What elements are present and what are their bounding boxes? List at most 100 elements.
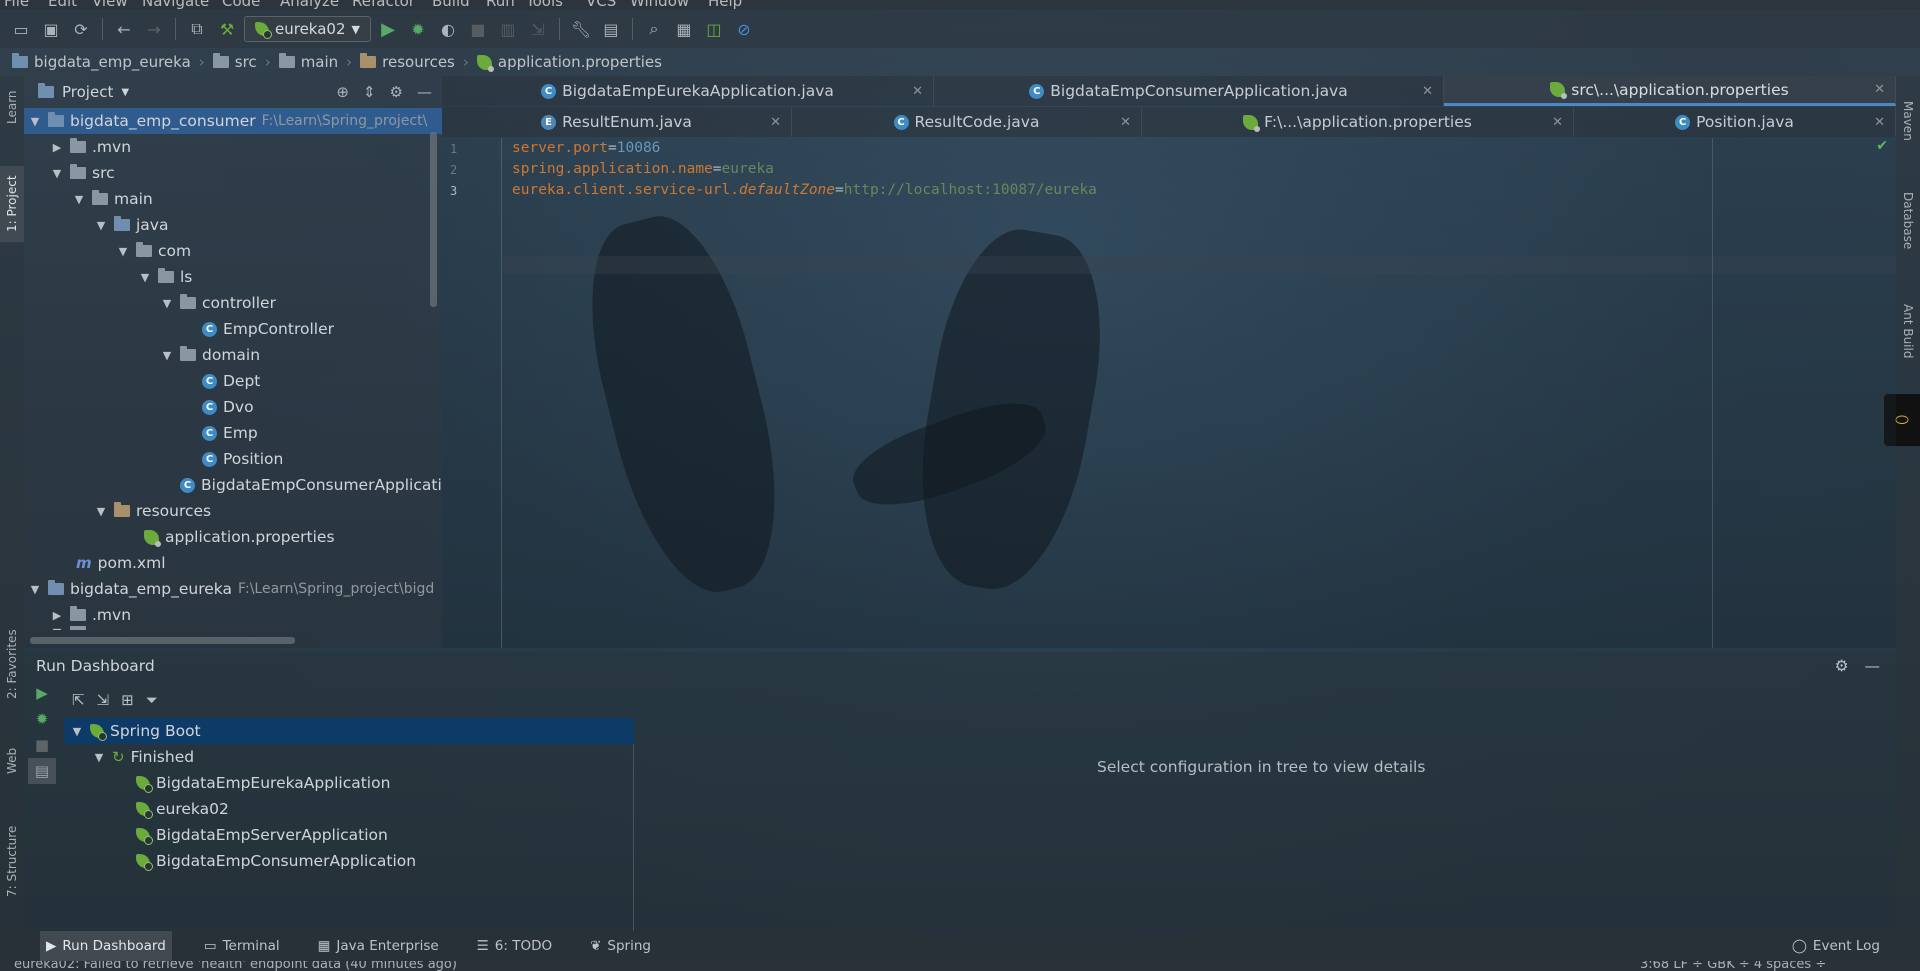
expanded-arrow-icon[interactable]: ▼ [92,751,106,764]
run-configuration-select[interactable]: eureka02 ▼ [244,16,371,42]
tab-java-enterprise[interactable]: ▦ Java Enterprise [312,931,445,961]
tree-node[interactable]: ▼ java [24,212,442,238]
tool-tab-ant-build[interactable]: Ant Build [1896,286,1920,376]
save-icon[interactable]: ▣ [38,16,64,42]
expanded-arrow-icon[interactable]: ▼ [138,271,152,284]
menu-vcs[interactable]: VCS [586,0,616,10]
settings-wrench-icon[interactable]: 🔧︎ [568,16,594,42]
run-with-coverage-icon[interactable]: ◐ [435,16,461,42]
terminal-icon[interactable]: ▦ [671,16,697,42]
run-icon[interactable]: ▶ [28,680,56,706]
expanded-arrow-icon[interactable]: ▼ [116,245,130,258]
close-icon[interactable]: ✕ [1422,84,1433,99]
gear-icon[interactable]: ⚙ [390,83,403,101]
project-vertical-scrollbar[interactable] [430,132,437,307]
close-icon[interactable]: ✕ [770,115,781,130]
tree-node[interactable]: ▼ src [24,626,442,630]
tree-node[interactable]: ▼ main [24,186,442,212]
run-config-item[interactable]: BigdataEmpEurekaApplication [64,770,634,796]
group-by-icon[interactable]: ⊞ [121,691,134,709]
tree-node[interactable]: ▼ com [24,238,442,264]
tree-node-finished[interactable]: ▼ ↻ Finished [64,744,634,770]
inspection-ok-icon[interactable]: ✔ [1876,138,1888,154]
menu-code[interactable]: Code [222,0,260,10]
menu-refactor[interactable]: Refactor [352,0,415,10]
tree-node[interactable]: ▼ domain [24,342,442,368]
sync-icon[interactable]: ⟳ [68,16,94,42]
close-icon[interactable]: ✕ [1874,115,1885,130]
project-structure-icon[interactable]: ▤ [598,16,624,42]
expanded-arrow-icon[interactable]: ▼ [72,193,86,206]
debug-icon[interactable]: ✹ [28,706,56,732]
expanded-arrow-icon[interactable]: ▼ [70,725,84,738]
status-indicators[interactable]: 3:68 LF ÷ GBK ÷ 4 spaces ÷ [1640,961,1826,971]
breadcrumb-item[interactable]: resources [360,53,455,71]
attach-debugger-icon[interactable]: ⇲ [525,16,551,42]
run-config-item[interactable]: BigdataEmpServerApplication [64,822,634,848]
collapse-all-icon[interactable]: ⇲ [97,691,110,709]
collapsed-arrow-icon[interactable]: ▶ [50,141,64,154]
breadcrumb-item[interactable]: main [278,53,338,71]
collapse-all-icon[interactable]: ⇕ [363,83,376,101]
tree-node[interactable]: ▼ ls [24,264,442,290]
tree-node[interactable]: C Dvo [24,394,442,420]
tab-event-log[interactable]: ◯ Event Log [1786,931,1886,961]
code-line[interactable]: eureka.client.service-url.defaultZone=ht… [512,182,1097,198]
close-icon[interactable]: ✕ [1120,115,1131,130]
power-save-icon[interactable]: ⊘ [731,16,757,42]
expanded-arrow-icon[interactable]: ▼ [28,583,42,596]
filter-icon[interactable]: ⏷ [146,691,158,709]
tab-terminal[interactable]: ▭ Terminal [198,931,286,961]
collapsed-arrow-icon[interactable]: ▶ [50,609,64,622]
tree-node[interactable]: C Position [24,446,442,472]
minimize-icon[interactable]: — [417,83,432,101]
run-config-item[interactable]: BigdataEmpConsumerApplication [64,848,634,874]
editor-tab-active[interactable]: src\...\application.properties ✕ [1444,76,1896,106]
menu-tools[interactable]: Tools [526,0,563,10]
menu-run[interactable]: Run [486,0,515,10]
tree-node[interactable]: m pom.xml [24,550,442,576]
run-anything-icon[interactable]: ⧉ [184,16,210,42]
tree-node[interactable]: ▼ bigdata_emp_consumer F:\Learn\Spring_p… [24,108,442,134]
editor-tab[interactable]: C BigdataEmpEurekaApplication.java ✕ [442,76,934,106]
editor-tab[interactable]: F:\...\application.properties ✕ [1142,107,1574,137]
gear-icon[interactable]: ⚙ [1835,657,1849,675]
code-line[interactable]: spring.application.name=eureka [512,161,774,177]
code-line[interactable]: server.port=10086 [512,140,660,156]
profile-icon[interactable]: ▥ [495,16,521,42]
chevron-down-icon[interactable]: ▼ [121,87,129,98]
tree-node[interactable]: C BigdataEmpConsumerApplication [24,472,442,498]
tree-node[interactable]: ▼ resources [24,498,442,524]
tree-layout-icon[interactable]: ▤ [28,758,56,784]
expand-all-icon[interactable]: ⇱ [72,691,85,709]
status-message[interactable]: eureka02: Failed to retrieve 'health' en… [14,961,457,971]
tool-tab-database[interactable]: Database [1896,176,1920,266]
expanded-arrow-icon[interactable]: ▼ [50,167,64,180]
tree-node[interactable]: ▶ .mvn [24,602,442,628]
tree-node[interactable]: C EmpController [24,316,442,342]
expanded-arrow-icon[interactable]: ▼ [160,297,174,310]
tool-tab-learn[interactable]: Learn [0,82,24,132]
stop-icon[interactable]: ■ [465,16,491,42]
close-icon[interactable]: ✕ [1874,82,1885,97]
editor-tab[interactable]: C ResultCode.java ✕ [792,107,1142,137]
vcs-icon[interactable]: ◫ [701,16,727,42]
menu-navigate[interactable]: Navigate [142,0,209,10]
menu-analyze[interactable]: Analyze [280,0,339,10]
locate-icon[interactable]: ⊕ [336,83,349,101]
tab-spring[interactable]: ❦ Spring [584,931,657,961]
run-icon[interactable]: ▶ [375,16,401,42]
expanded-arrow-icon[interactable]: ▼ [28,115,42,128]
tool-tab-web[interactable]: Web [0,736,24,786]
project-panel-title[interactable]: Project [62,83,113,101]
menu-help[interactable]: Help [708,0,742,10]
tree-node[interactable]: application.properties [24,524,442,550]
breadcrumb-item[interactable]: bigdata_emp_eureka [12,53,191,71]
back-icon[interactable]: ← [111,16,137,42]
editor-tab[interactable]: C Position.java ✕ [1574,107,1896,137]
close-icon[interactable]: ✕ [1552,115,1563,130]
tree-node[interactable]: ▶ .mvn [24,134,442,160]
tree-node[interactable]: ▼ controller [24,290,442,316]
editor-tab[interactable]: E ResultEnum.java ✕ [442,107,792,137]
open-folder-icon[interactable]: ▭ [8,16,34,42]
